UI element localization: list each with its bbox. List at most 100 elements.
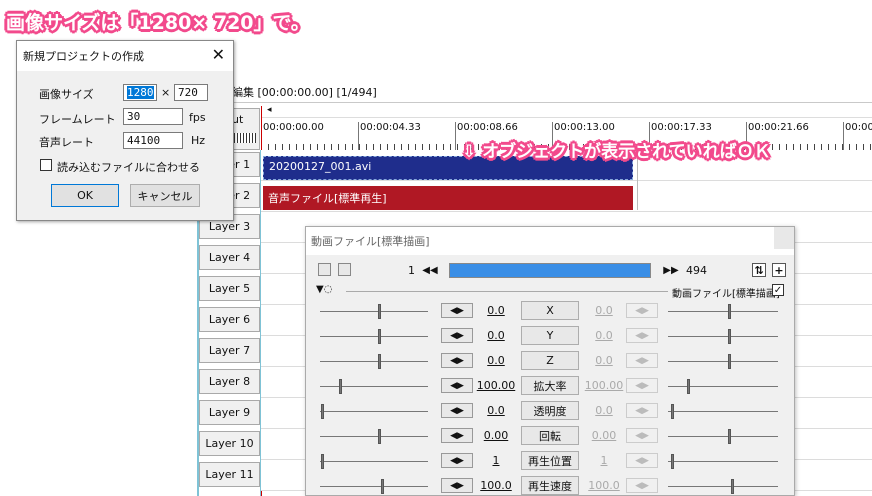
- left-value[interactable]: 100.00: [476, 379, 516, 392]
- left-value[interactable]: 0.0: [476, 304, 516, 317]
- layer-button[interactable]: Layer 6: [199, 307, 260, 332]
- left-stepper[interactable]: ◀▶: [441, 303, 473, 318]
- right-slider[interactable]: [668, 436, 778, 437]
- right-slider[interactable]: [668, 311, 778, 312]
- right-slider[interactable]: [668, 486, 778, 487]
- param-button[interactable]: 透明度: [521, 401, 579, 420]
- layer-button[interactable]: Layer 11: [199, 462, 260, 487]
- height-input[interactable]: 720: [174, 84, 208, 101]
- layer-button[interactable]: Layer 8: [199, 369, 260, 394]
- left-slider-thumb[interactable]: [381, 479, 384, 494]
- left-stepper[interactable]: ◀▶: [441, 428, 473, 443]
- left-slider-thumb[interactable]: [339, 379, 342, 394]
- right-stepper[interactable]: ◀▶: [626, 428, 658, 443]
- layer-button[interactable]: Layer 7: [199, 338, 260, 363]
- left-slider[interactable]: [320, 486, 428, 487]
- right-slider[interactable]: [668, 386, 778, 387]
- left-stepper[interactable]: ◀▶: [441, 403, 473, 418]
- layer-button[interactable]: Layer 10: [199, 431, 260, 456]
- left-stepper[interactable]: ◀▶: [441, 353, 473, 368]
- close-icon[interactable]: ✕: [212, 47, 225, 63]
- param-button[interactable]: 再生速度: [521, 476, 579, 495]
- right-value[interactable]: 100.0: [584, 479, 624, 492]
- right-slider-thumb[interactable]: [687, 379, 690, 394]
- left-value[interactable]: 0.00: [476, 429, 516, 442]
- right-value[interactable]: 0.00: [584, 429, 624, 442]
- param-button[interactable]: Z: [521, 351, 579, 370]
- add-filter-icon[interactable]: +: [772, 263, 786, 277]
- fastforward-icon[interactable]: ▶▶: [663, 263, 679, 278]
- left-slider[interactable]: [320, 461, 428, 462]
- right-value[interactable]: 0.0: [584, 404, 624, 417]
- left-value[interactable]: 0.0: [476, 404, 516, 417]
- layer-button[interactable]: Layer 4: [199, 245, 260, 270]
- right-value[interactable]: 0.0: [584, 304, 624, 317]
- rewind-icon[interactable]: ◀◀: [422, 263, 438, 278]
- param-button[interactable]: Y: [521, 326, 579, 345]
- left-value[interactable]: 100.0: [476, 479, 516, 492]
- timeline-hscroll[interactable]: ◂: [261, 105, 872, 118]
- frame-range-bar[interactable]: [449, 263, 651, 278]
- right-slider-thumb[interactable]: [671, 454, 674, 469]
- match-file-checkbox[interactable]: [40, 159, 52, 171]
- right-stepper[interactable]: ◀▶: [626, 353, 658, 368]
- layer-button[interactable]: Layer 5: [199, 276, 260, 301]
- right-stepper[interactable]: ◀▶: [626, 328, 658, 343]
- left-slider[interactable]: [320, 311, 428, 312]
- right-slider-thumb[interactable]: [671, 404, 674, 419]
- right-stepper[interactable]: ◀▶: [626, 303, 658, 318]
- left-slider[interactable]: [320, 386, 428, 387]
- properties-title[interactable]: 動画ファイル[標準描画]: [306, 227, 794, 255]
- right-slider-thumb[interactable]: [728, 354, 731, 369]
- param-button[interactable]: 拡大率: [521, 376, 579, 395]
- dialog-titlebar[interactable]: 新規プロジェクトの作成: [17, 41, 233, 71]
- close-icon[interactable]: [774, 227, 794, 249]
- param-button[interactable]: 回転: [521, 426, 579, 445]
- audio-object[interactable]: 音声ファイル[標準再生]: [263, 186, 633, 210]
- scroll-left-icon[interactable]: ◂: [267, 105, 272, 115]
- right-value[interactable]: 0.0: [584, 329, 624, 342]
- camera-icon[interactable]: [318, 263, 331, 276]
- width-input[interactable]: 1280: [123, 84, 157, 101]
- right-slider-thumb[interactable]: [728, 329, 731, 344]
- ok-button[interactable]: OK: [51, 184, 119, 207]
- left-slider[interactable]: [320, 436, 428, 437]
- param-button[interactable]: 再生位置: [521, 451, 579, 470]
- left-stepper[interactable]: ◀▶: [441, 453, 473, 468]
- swap-icon[interactable]: ⇅: [752, 263, 766, 277]
- right-slider-thumb[interactable]: [728, 304, 731, 319]
- left-slider-thumb[interactable]: [378, 354, 381, 369]
- left-slider-thumb[interactable]: [321, 404, 324, 419]
- right-value[interactable]: 0.0: [584, 354, 624, 367]
- right-stepper[interactable]: ◀▶: [626, 403, 658, 418]
- right-stepper[interactable]: ◀▶: [626, 478, 658, 493]
- left-slider[interactable]: [320, 361, 428, 362]
- right-stepper[interactable]: ◀▶: [626, 378, 658, 393]
- left-slider-thumb[interactable]: [378, 329, 381, 344]
- right-stepper[interactable]: ◀▶: [626, 453, 658, 468]
- left-stepper[interactable]: ◀▶: [441, 478, 473, 493]
- right-slider-thumb[interactable]: [728, 429, 731, 444]
- collapse-icon[interactable]: ▼◌: [316, 284, 332, 295]
- right-slider[interactable]: [668, 361, 778, 362]
- layer-button[interactable]: Layer 9: [199, 400, 260, 425]
- right-value[interactable]: 100.00: [584, 379, 624, 392]
- filter-enable-checkbox[interactable]: ✓: [772, 284, 784, 296]
- left-slider-thumb[interactable]: [378, 429, 381, 444]
- left-slider-thumb[interactable]: [321, 454, 324, 469]
- audio-input[interactable]: 44100: [123, 132, 183, 149]
- framerate-input[interactable]: 30: [123, 108, 183, 125]
- left-value[interactable]: 0.0: [476, 354, 516, 367]
- left-stepper[interactable]: ◀▶: [441, 328, 473, 343]
- right-slider-thumb[interactable]: [731, 479, 734, 494]
- right-value[interactable]: 1: [584, 454, 624, 467]
- left-slider[interactable]: [320, 336, 428, 337]
- cancel-button[interactable]: キャンセル: [130, 184, 200, 207]
- left-slider-thumb[interactable]: [378, 304, 381, 319]
- frame-icon[interactable]: [338, 263, 351, 276]
- right-slider[interactable]: [668, 336, 778, 337]
- right-slider[interactable]: [668, 411, 778, 412]
- left-value[interactable]: 1: [476, 454, 516, 467]
- left-slider[interactable]: [320, 411, 428, 412]
- param-button[interactable]: X: [521, 301, 579, 320]
